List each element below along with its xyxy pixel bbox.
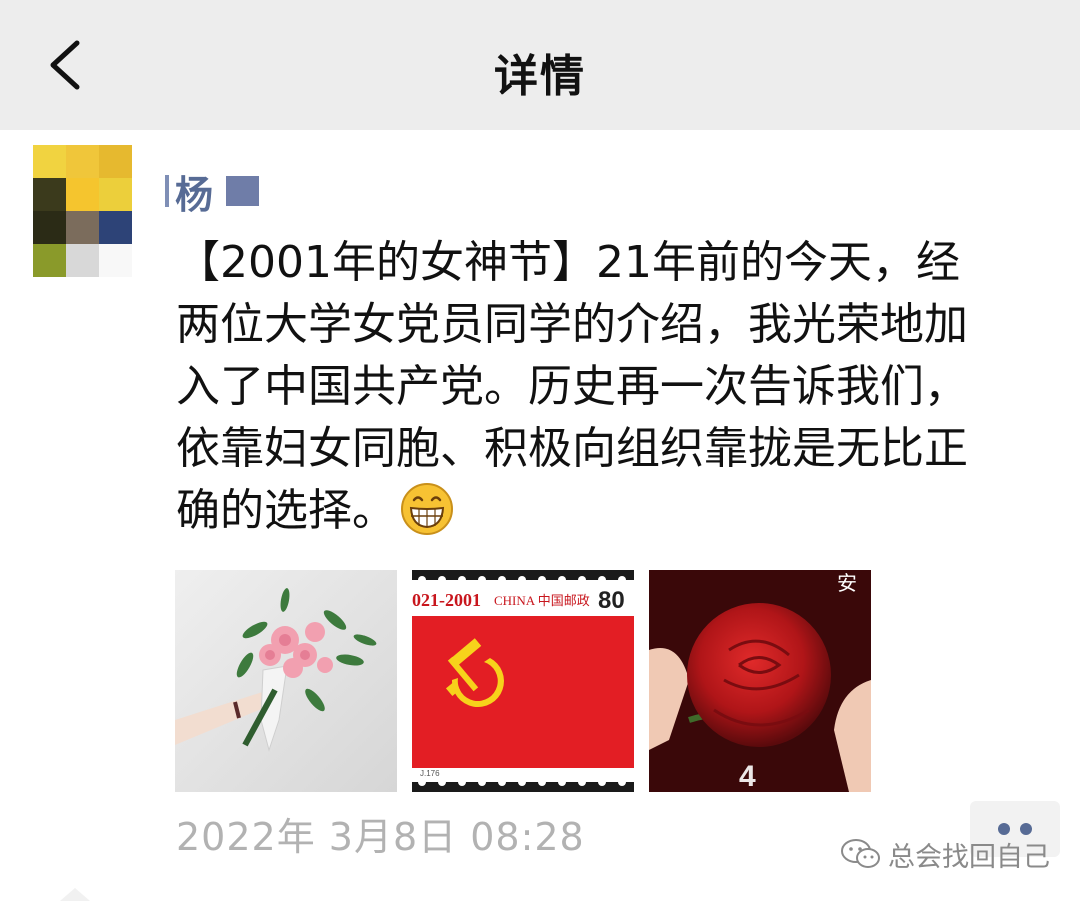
author-name[interactable]: 杨	[175, 164, 214, 219]
moments-detail-page: 详情 杨 【2001年的女神节】21年前的今天，经 两位大学女党员同学的介绍，我…	[0, 0, 1080, 901]
post-text-line: 两位大学女党员同学的介绍，我光荣地加	[176, 299, 968, 350]
post-text-line: 确的选择。	[176, 485, 396, 536]
grinning-face-icon	[401, 483, 453, 535]
avatar[interactable]	[33, 145, 132, 277]
flower-bouquet-image[interactable]	[175, 570, 397, 792]
post-images: 021-2001 CHINA 中国邮政 80 J.176 安 4	[175, 570, 875, 792]
post-text-line: 入了中国共产党。历史再一次告诉我们，	[176, 361, 968, 412]
name-blur-mark	[165, 175, 169, 207]
more-dot-icon	[1020, 823, 1032, 835]
page-title: 详情	[494, 51, 586, 102]
post-text-line: 【2001年的女神节】21年前的今天，经	[176, 237, 960, 288]
post-timestamp: 2022年 3月8日 08:28	[176, 815, 585, 859]
author-name-row[interactable]: 杨	[165, 164, 260, 219]
rose-corner-text: 安	[837, 572, 857, 595]
stamp-years: 021-2001	[412, 590, 481, 610]
stamp-country: CHINA 中国邮政	[494, 593, 590, 608]
stamp-value: 80	[598, 587, 625, 614]
post-text-line: 依靠妇女同胞、积极向组织靠拢是无比正	[176, 423, 968, 474]
watermark-text: 总会找回自己	[888, 841, 1050, 873]
bottom-caret-icon	[60, 888, 90, 901]
red-rose-image[interactable]: 安 4	[649, 570, 871, 792]
post-text-last-line: 确的选择。	[176, 480, 1066, 542]
watermark: 总会找回自己	[840, 836, 1050, 873]
stamp-image[interactable]: 021-2001 CHINA 中国邮政 80 J.176	[412, 570, 634, 792]
svg-text:J.176: J.176	[420, 769, 440, 778]
more-dot-icon	[998, 823, 1010, 835]
nav-bar: 详情	[0, 0, 1080, 130]
post-text: 【2001年的女神节】21年前的今天，经 两位大学女党员同学的介绍，我光荣地加 …	[176, 232, 1066, 542]
wechat-icon	[841, 839, 880, 868]
svg-text:4: 4	[739, 760, 756, 792]
name-blur-block	[226, 176, 260, 206]
